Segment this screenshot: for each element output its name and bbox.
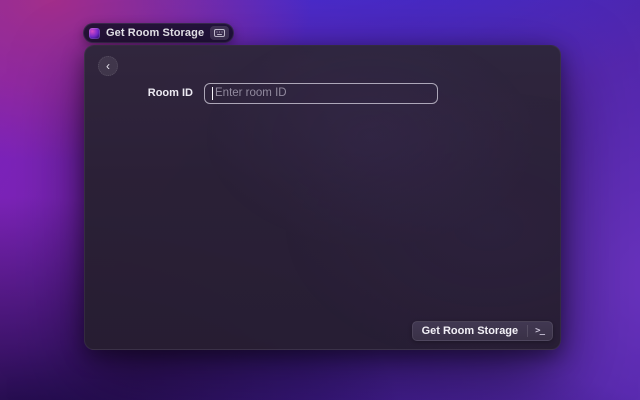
pill-title: Get Room Storage [106, 27, 204, 39]
keyboard-icon [214, 29, 225, 37]
room-id-input[interactable] [204, 83, 438, 104]
room-id-label: Room ID [85, 87, 193, 99]
get-room-storage-button[interactable]: Get Room Storage >_ [412, 321, 553, 341]
terminal-prompt-icon: >_ [535, 326, 546, 336]
app-logo-icon [89, 28, 100, 39]
chevron-left-icon: ‹ [106, 60, 110, 72]
room-id-input-wrap [204, 83, 438, 104]
back-button[interactable]: ‹ [98, 56, 118, 76]
app-window: ‹ Room ID Get Room Storage >_ [84, 45, 561, 350]
keyboard-shortcut-chip[interactable] [210, 26, 229, 40]
button-divider [527, 325, 528, 337]
get-room-storage-button-label: Get Room Storage [422, 325, 519, 337]
desktop-wallpaper: { "toolbar_pill": { "app_icon": "app-log… [0, 0, 640, 400]
floating-title-pill[interactable]: Get Room Storage [83, 23, 234, 43]
